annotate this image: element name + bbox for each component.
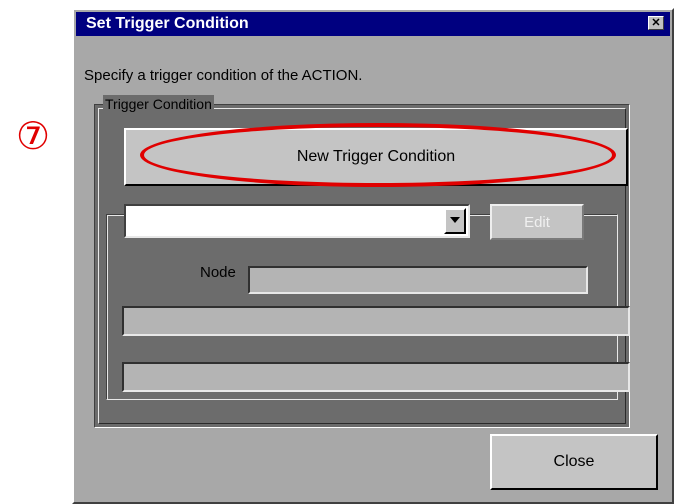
edit-button[interactable]: Edit (490, 204, 584, 240)
title-bar: Set Trigger Condition ✕ (76, 12, 670, 36)
condition-select[interactable] (124, 204, 470, 238)
condition-info-line-2 (122, 362, 630, 392)
set-trigger-condition-dialog: Set Trigger Condition ✕ Specify a trigge… (72, 8, 674, 504)
close-icon[interactable]: ✕ (648, 16, 664, 30)
close-button[interactable]: Close (490, 434, 658, 490)
node-label: Node (200, 264, 236, 281)
new-trigger-condition-button[interactable]: New Trigger Condition (124, 128, 628, 186)
node-field (248, 266, 588, 294)
instruction-text: Specify a trigger condition of the ACTIO… (84, 67, 363, 84)
dialog-title: Set Trigger Condition (86, 15, 249, 32)
step-7-marker: ⑦ (15, 114, 51, 158)
group-label: Trigger Condition (103, 95, 214, 113)
chevron-down-icon[interactable] (444, 208, 466, 234)
condition-info-line-1 (122, 306, 630, 336)
